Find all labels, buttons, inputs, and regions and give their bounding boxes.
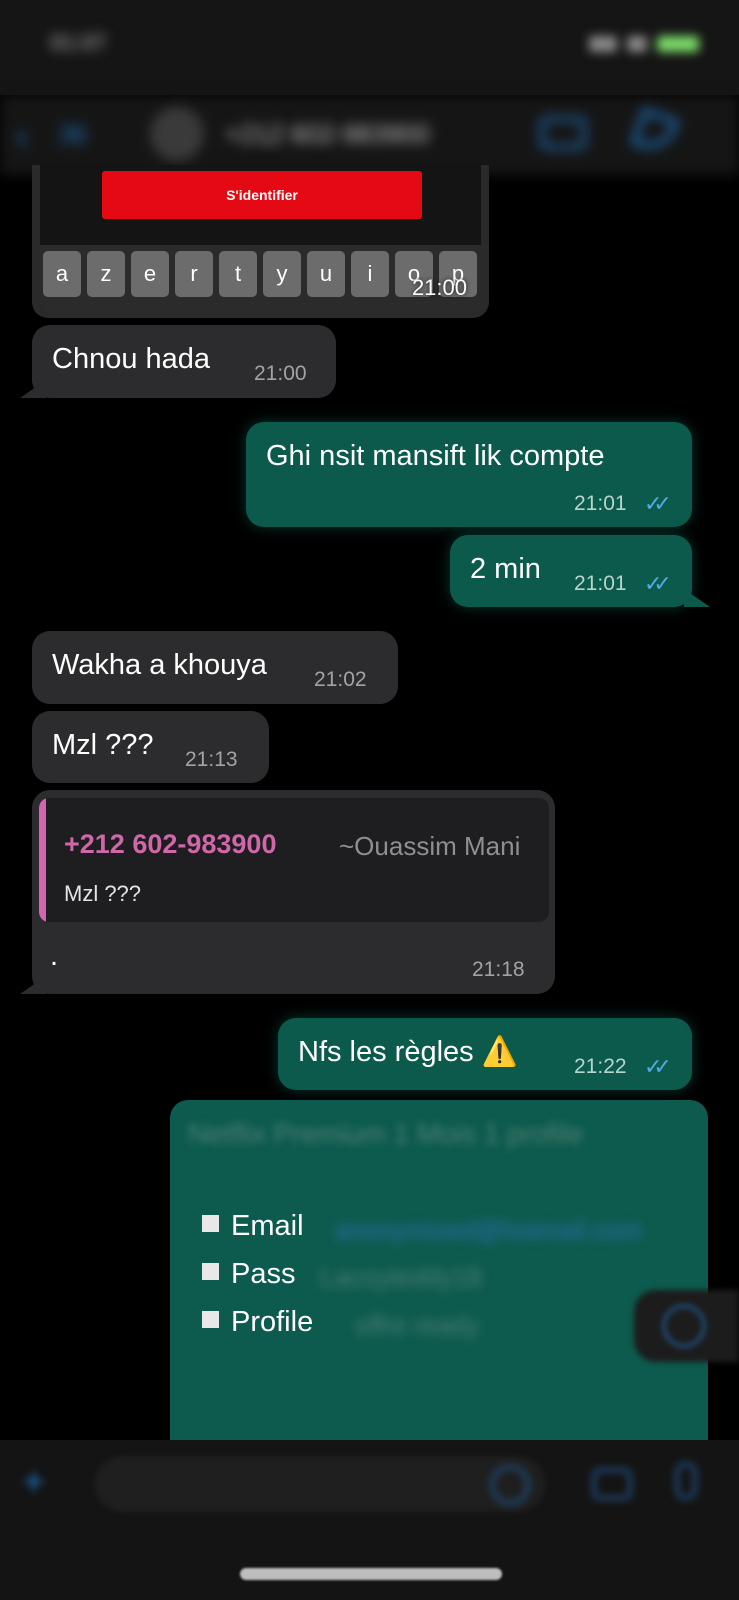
read-receipt-icon: ✓✓ xyxy=(644,491,672,516)
message-text: Mzl ??? xyxy=(52,729,154,761)
battery-icon xyxy=(657,36,699,52)
avatar[interactable] xyxy=(150,107,204,161)
reply-message[interactable]: +212 602-983900 ~Ouassim Mani Mzl ??? . … xyxy=(32,790,555,994)
profile-line: Profile xyxy=(202,1306,313,1339)
video-call-icon[interactable] xyxy=(540,117,586,149)
bullet-icon xyxy=(202,1263,219,1280)
message-text: Wakha a khouya xyxy=(52,649,267,681)
key: i xyxy=(351,251,389,297)
message-text: Ghi nsit mansift lik compte xyxy=(266,440,605,472)
profile-label: Profile xyxy=(231,1306,314,1338)
camera-icon[interactable] xyxy=(592,1468,632,1500)
message-text: Chnou hada xyxy=(52,343,211,375)
quoted-message[interactable]: +212 602-983900 ~Ouassim Mani Mzl ??? xyxy=(39,798,549,922)
message-text: Nfs les règles ⚠️ xyxy=(298,1036,518,1068)
read-receipt-icon: ✓✓ xyxy=(644,571,672,596)
key: u xyxy=(307,251,345,297)
image-message[interactable]: S'identifier a z e r t y u i o p 21:00 xyxy=(32,165,489,318)
email-value: anonymized@hotmail.com xyxy=(335,1215,642,1245)
message-text: . xyxy=(50,940,59,972)
plus-icon[interactable]: + xyxy=(22,1460,45,1505)
bullet-icon xyxy=(202,1215,219,1232)
quoted-sender-name: ~Ouassim Mani xyxy=(339,831,521,861)
back-icon[interactable]: ‹ xyxy=(16,115,28,157)
message-time: 21:13 xyxy=(185,748,238,771)
account-info-message[interactable]: Netflix Premium 1 Mois 1 profile Email a… xyxy=(170,1100,708,1440)
pass-line: Pass xyxy=(202,1258,295,1291)
account-title: Netflix Premium 1 Mois 1 profile xyxy=(188,1118,584,1149)
pass-value: Lacoyteddy18 xyxy=(320,1262,482,1292)
status-bar: 01:07 xyxy=(0,0,739,95)
scroll-down-icon xyxy=(662,1304,706,1348)
key: z xyxy=(87,251,125,297)
quoted-sender-number: +212 602-983900 xyxy=(64,829,277,859)
incoming-message[interactable]: Wakha a khouya 21:02 xyxy=(32,631,398,704)
message-input[interactable] xyxy=(95,1456,545,1512)
key: r xyxy=(175,251,213,297)
signal-icon xyxy=(589,36,617,52)
microphone-icon[interactable] xyxy=(675,1462,697,1500)
incoming-message[interactable]: Mzl ??? 21:13 xyxy=(32,711,269,783)
key: y xyxy=(263,251,301,297)
pass-label: Pass xyxy=(231,1258,296,1290)
quoted-text: Mzl ??? xyxy=(64,881,142,906)
email-line: Email xyxy=(202,1210,304,1243)
message-time: 21:22 xyxy=(574,1055,627,1078)
outgoing-message[interactable]: 2 min 21:01 ✓✓ xyxy=(450,535,692,607)
phone-call-icon[interactable] xyxy=(630,107,680,157)
incoming-message[interactable]: Chnou hada 21:00 xyxy=(32,325,336,398)
quote-accent-bar xyxy=(39,798,46,922)
message-text: 2 min xyxy=(470,553,541,585)
email-label: Email xyxy=(231,1210,304,1242)
message-time: 21:01 xyxy=(574,572,627,595)
key: t xyxy=(219,251,257,297)
wifi-icon xyxy=(627,36,647,52)
key: a xyxy=(43,251,81,297)
message-time: 21:01 xyxy=(574,492,627,515)
message-time: 21:02 xyxy=(314,668,367,691)
chat-header: ‹ 36 +212 602-983900 xyxy=(0,95,739,175)
unread-count[interactable]: 36 xyxy=(58,119,87,150)
read-receipt-icon: ✓✓ xyxy=(644,1054,672,1079)
profile-value: offre ready xyxy=(355,1310,479,1340)
scroll-down-button[interactable] xyxy=(634,1290,739,1362)
login-button-in-image: S'identifier xyxy=(102,171,422,219)
outgoing-message[interactable]: Nfs les règles ⚠️ 21:22 ✓✓ xyxy=(278,1018,692,1090)
status-time: 01:07 xyxy=(50,30,107,55)
home-indicator[interactable] xyxy=(240,1568,502,1580)
message-time: 21:18 xyxy=(472,958,525,981)
contact-name[interactable]: +212 602-983900 xyxy=(225,119,430,150)
bullet-icon xyxy=(202,1311,219,1328)
message-time: 21:00 xyxy=(254,362,307,385)
key: e xyxy=(131,251,169,297)
message-time: 21:00 xyxy=(411,275,467,300)
status-icons xyxy=(589,36,699,52)
sticker-icon[interactable] xyxy=(490,1465,530,1505)
outgoing-message[interactable]: Ghi nsit mansift lik compte 21:01 ✓✓ xyxy=(246,422,692,527)
